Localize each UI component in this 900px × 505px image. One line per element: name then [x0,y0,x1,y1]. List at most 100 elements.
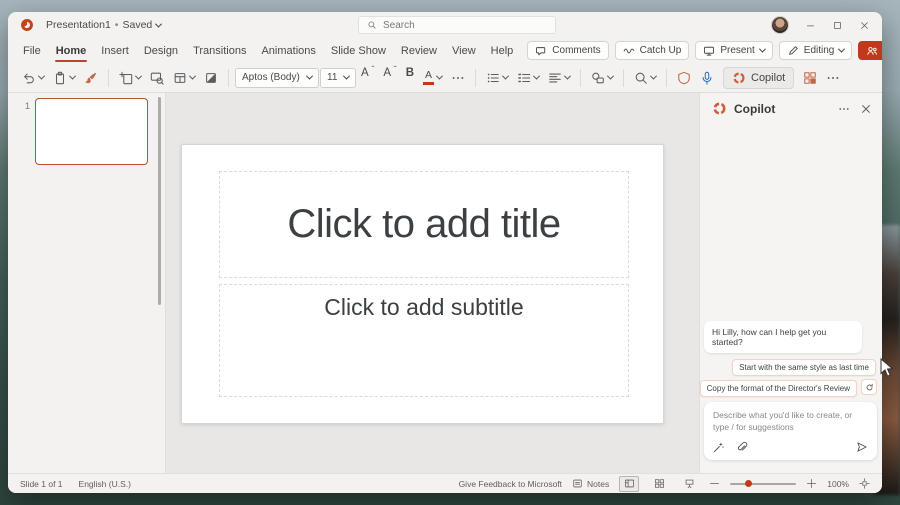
zoom-in-button[interactable] [806,478,817,489]
slide-sorter-icon [654,478,665,489]
comments-label: Comments [552,45,600,56]
zoom-slider-handle[interactable] [745,480,752,487]
tab-help[interactable]: Help [490,42,515,60]
tab-transitions[interactable]: Transitions [192,42,247,60]
notes-button[interactable]: Notes [572,478,609,489]
paste-button[interactable] [49,67,79,89]
present-button[interactable]: Present [695,41,772,60]
normal-view-button[interactable] [619,476,639,492]
minimize-button[interactable] [805,20,816,31]
slide-thumbnail[interactable] [35,98,148,165]
user-avatar[interactable] [771,16,789,34]
tab-insert[interactable]: Insert [100,42,130,60]
maximize-icon [832,20,843,31]
thumbnail-scrollbar[interactable] [158,97,161,305]
subtitle-placeholder[interactable]: Click to add subtitle [219,284,629,397]
more-options-icon[interactable] [838,103,850,115]
powerpoint-window: Presentation1 • Saved Search [8,12,882,493]
designer-button[interactable] [799,67,821,89]
close-panel-icon[interactable] [860,103,872,115]
font-name-select[interactable]: Aptos (Body) [235,68,319,88]
increase-font-size-button[interactable]: A ˆ [357,67,378,89]
find-button[interactable] [630,67,660,89]
chevron-down-icon [343,73,350,80]
numbered-list-icon [517,71,531,85]
chevron-down-icon [759,46,766,53]
ribbon-more-button[interactable] [822,67,844,89]
font-color-button[interactable]: A [419,67,446,89]
paperclip-icon[interactable] [736,441,748,453]
title-placeholder[interactable]: Click to add title [219,171,629,278]
sensitivity-button[interactable] [673,67,695,89]
ellipsis-icon [451,71,465,85]
font-color-icon: A [423,70,434,85]
copilot-button-label: Copilot [751,72,785,84]
font-color-letter: A [425,70,432,81]
send-icon[interactable] [856,441,868,453]
new-slide-button[interactable] [115,67,145,89]
tab-design[interactable]: Design [143,42,179,60]
catch-up-button[interactable]: Catch Up [615,41,690,60]
chevron-down-icon [69,73,76,80]
share-button[interactable]: Share [858,41,882,60]
comments-icon [535,45,547,57]
bold-button[interactable]: B [402,67,418,89]
layout-icon [173,71,187,85]
chevron-down-icon [155,20,162,27]
dictate-button[interactable] [696,67,718,89]
close-button[interactable] [859,20,870,31]
copilot-button[interactable]: Copilot [723,67,794,89]
caret-down-icon: ˇ [394,65,397,74]
editing-mode-button[interactable]: Editing [779,41,853,60]
slide-sorter-view-button[interactable] [649,476,669,492]
microphone-icon [700,71,714,85]
chevron-down-icon [650,73,657,80]
language-button[interactable]: English (U.S.) [79,479,131,489]
layout-button[interactable] [169,67,199,89]
search-input[interactable]: Search [358,16,556,34]
reuse-slides-icon [150,71,164,85]
zoom-slider[interactable] [730,483,796,485]
bold-icon: B [406,67,414,79]
shapes-button[interactable] [587,67,617,89]
reuse-slides-button[interactable] [146,67,168,89]
zoom-out-button[interactable] [709,478,720,489]
font-size-select[interactable]: 11 [320,68,356,88]
format-painter-button[interactable] [80,67,102,89]
copilot-icon [732,71,746,85]
slide-show-view-button[interactable] [679,476,699,492]
numbering-button[interactable] [513,67,543,89]
tab-slide-show[interactable]: Slide Show [330,42,387,60]
tab-file[interactable]: File [22,42,42,60]
refresh-icon [865,383,874,392]
comments-button[interactable]: Comments [527,41,608,60]
tab-animations[interactable]: Animations [260,42,316,60]
fit-slide-button[interactable] [859,478,870,489]
suggestion-chip[interactable]: Start with the same style as last time [732,359,876,376]
copilot-prompt-input[interactable]: Describe what you'd like to create, or t… [704,402,877,460]
fit-to-window-icon [859,478,870,489]
caret-up-icon: ˆ [372,65,375,74]
shape-fill-button[interactable] [200,67,222,89]
copilot-header: Copilot [700,93,882,116]
tab-review[interactable]: Review [400,42,438,60]
tab-view[interactable]: View [451,42,477,60]
bullets-button[interactable] [482,67,512,89]
chevron-down-icon [189,73,196,80]
ellipsis-icon [826,71,840,85]
align-button[interactable] [544,67,574,89]
zoom-level[interactable]: 100% [827,479,849,489]
decrease-font-icon: A [383,67,391,79]
document-title[interactable]: Presentation1 • Saved [46,19,161,31]
refresh-suggestions-button[interactable] [861,379,877,395]
feedback-button[interactable]: Give Feedback to Microsoft [459,479,562,489]
catch-up-label: Catch Up [640,45,682,56]
prompt-wand-icon[interactable] [713,441,725,453]
more-font-options-button[interactable] [447,67,469,89]
decrease-font-size-button[interactable]: A ˇ [379,67,400,89]
suggestion-chip[interactable]: Copy the format of the Director's Review [700,380,857,397]
tab-home[interactable]: Home [55,42,88,60]
undo-button[interactable] [18,67,48,89]
main-area: 1 Click to add title Click to add subtit… [8,93,882,473]
maximize-button[interactable] [832,20,843,31]
